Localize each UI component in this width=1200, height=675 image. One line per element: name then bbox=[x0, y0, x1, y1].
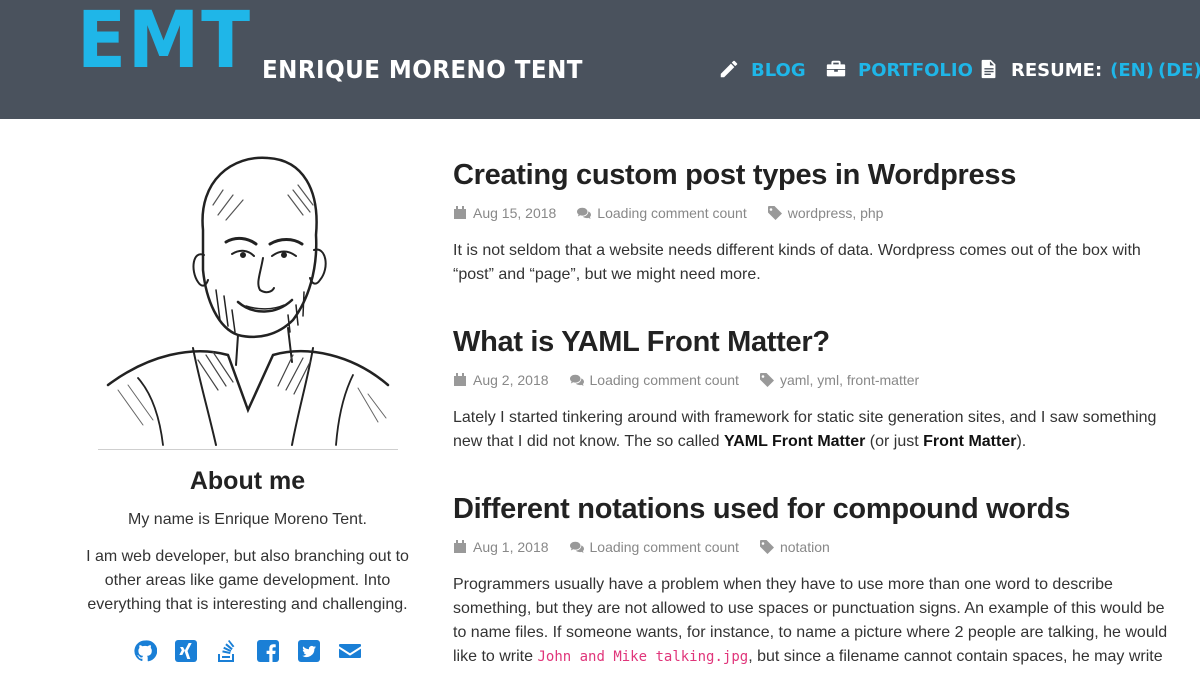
about-description: I am web developer, but also branching o… bbox=[86, 548, 409, 613]
post-excerpt: It is not seldom that a website needs di… bbox=[453, 242, 1141, 283]
post-item: Creating custom post types in Wordpress … bbox=[453, 157, 1173, 287]
twitter-icon[interactable] bbox=[297, 639, 321, 663]
nav-item-resume: RESUME: (EN) (DE) bbox=[978, 58, 1200, 82]
nav-blog-link[interactable]: BLOG bbox=[751, 60, 806, 81]
post-title[interactable]: Creating custom post types in Wordpress bbox=[453, 157, 1173, 193]
post-comments-text: Loading comment count bbox=[589, 539, 739, 555]
excerpt-text: , but since a filename cannot contain sp… bbox=[748, 648, 1163, 665]
post-date: Aug 15, 2018 bbox=[453, 205, 556, 221]
post-title[interactable]: What is YAML Front Matter? bbox=[453, 324, 1173, 360]
author-portrait-image bbox=[98, 150, 398, 450]
comments-icon bbox=[569, 374, 584, 386]
excerpt-code: John and Mike talking.jpg bbox=[537, 649, 749, 665]
briefcase-icon bbox=[825, 58, 849, 82]
tag-icon bbox=[759, 373, 774, 387]
post-date-text: Aug 1, 2018 bbox=[473, 539, 549, 555]
pencil-icon bbox=[718, 58, 742, 82]
post-title[interactable]: Different notations used for compound wo… bbox=[453, 491, 1173, 527]
resume-en-link[interactable]: (EN) bbox=[1110, 60, 1154, 81]
social-links bbox=[85, 639, 410, 663]
excerpt-text: ). bbox=[1016, 433, 1027, 450]
post-tags-text: yaml, yml, front-matter bbox=[779, 372, 920, 388]
about-title: About me bbox=[189, 467, 306, 495]
post-comments[interactable]: Loading comment count bbox=[577, 205, 747, 221]
post-tags[interactable]: wordpress, php bbox=[767, 205, 884, 221]
post-date-text: Aug 15, 2018 bbox=[473, 205, 557, 221]
tag-icon bbox=[759, 540, 774, 554]
site-name: ENRIQUE MORENO TENT bbox=[262, 55, 583, 84]
tag-icon bbox=[767, 206, 782, 220]
stackoverflow-icon[interactable] bbox=[215, 639, 239, 663]
post-date: Aug 2, 2018 bbox=[453, 372, 549, 388]
site-header: EMT ENRIQUE MORENO TENT BLOG PORTFOLIO R… bbox=[0, 0, 1200, 119]
calendar-icon bbox=[454, 540, 466, 553]
post-comments-text: Loading comment count bbox=[597, 205, 747, 221]
excerpt-text: (or just bbox=[865, 433, 924, 450]
post-tags-text: wordpress, php bbox=[787, 205, 884, 221]
post-comments[interactable]: Loading comment count bbox=[569, 372, 739, 388]
nav-item-portfolio[interactable]: PORTFOLIO bbox=[825, 58, 973, 82]
excerpt-strong: Front Matter bbox=[923, 433, 1017, 450]
post-meta: Aug 15, 2018 Loading comment count wordp… bbox=[453, 203, 1173, 223]
site-logo[interactable]: EMT bbox=[77, 2, 252, 80]
about-intro: My name is Enrique Moreno Tent. bbox=[128, 511, 367, 528]
post-tags-text: notation bbox=[779, 539, 830, 555]
post-date-text: Aug 2, 2018 bbox=[473, 372, 549, 388]
post-tags[interactable]: notation bbox=[759, 539, 830, 555]
post-excerpt: Lately I started tinkering around with f… bbox=[453, 406, 1173, 454]
comments-icon bbox=[577, 207, 592, 219]
post-item: What is YAML Front Matter? Aug 2, 2018 L… bbox=[453, 324, 1173, 454]
post-comments[interactable]: Loading comment count bbox=[569, 539, 739, 555]
calendar-icon bbox=[454, 373, 466, 386]
post-comments-text: Loading comment count bbox=[589, 372, 739, 388]
github-icon[interactable] bbox=[133, 639, 157, 663]
nav-portfolio-link[interactable]: PORTFOLIO bbox=[858, 60, 973, 81]
excerpt-strong: YAML Front Matter bbox=[723, 433, 866, 450]
document-icon bbox=[978, 58, 1002, 82]
resume-de-link[interactable]: (DE) bbox=[1158, 60, 1200, 81]
xing-icon[interactable] bbox=[174, 639, 198, 663]
post-tags[interactable]: yaml, yml, front-matter bbox=[759, 372, 920, 388]
post-meta: Aug 1, 2018 Loading comment count notati… bbox=[453, 537, 1173, 557]
comments-icon bbox=[569, 541, 584, 553]
post-item: Different notations used for compound wo… bbox=[453, 491, 1173, 669]
calendar-icon bbox=[454, 206, 466, 219]
post-date: Aug 1, 2018 bbox=[453, 539, 549, 555]
post-excerpt: Programmers usually have a problem when … bbox=[453, 573, 1173, 669]
nav-item-blog[interactable]: BLOG bbox=[718, 58, 806, 82]
email-icon[interactable] bbox=[338, 639, 362, 663]
facebook-icon[interactable] bbox=[256, 639, 280, 663]
post-meta: Aug 2, 2018 Loading comment count yaml, … bbox=[453, 370, 1173, 390]
resume-label: RESUME: bbox=[1011, 59, 1103, 81]
